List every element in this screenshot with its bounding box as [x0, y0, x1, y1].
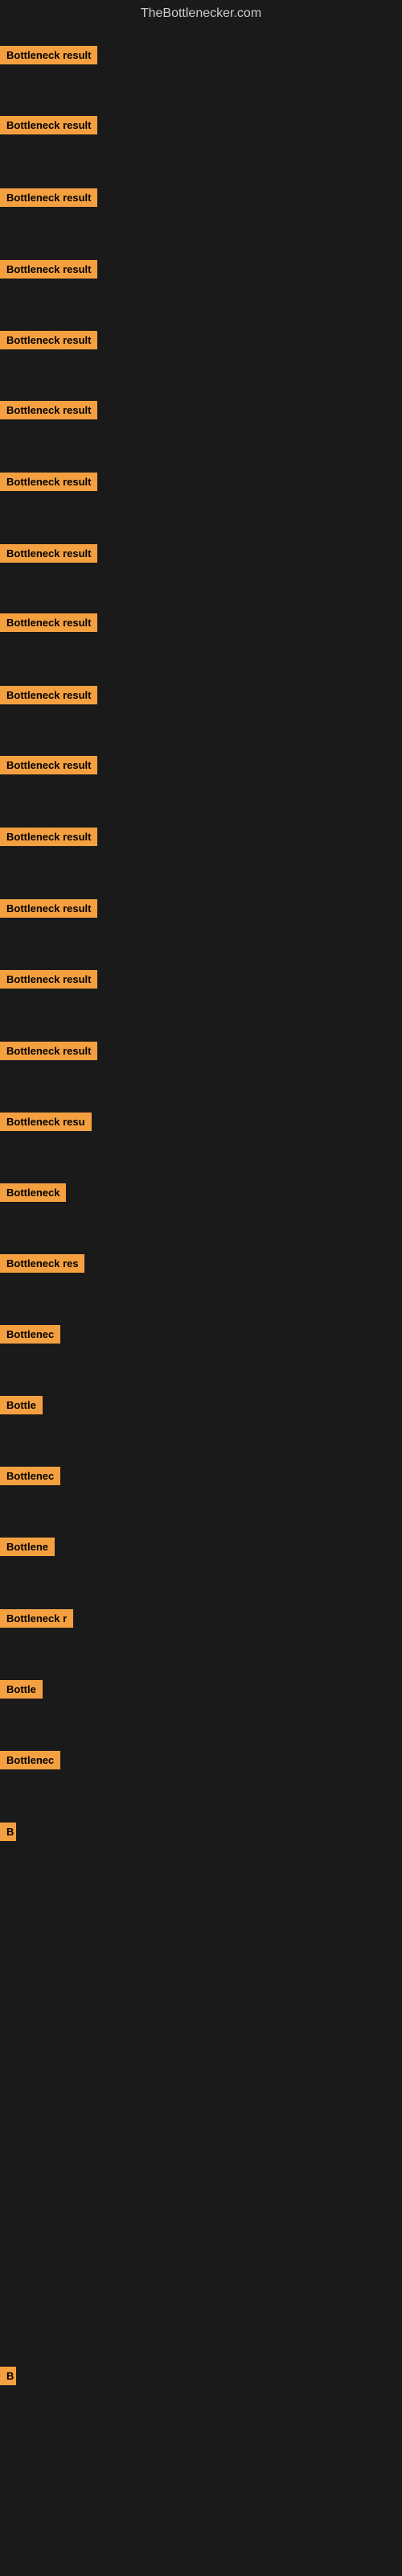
bottleneck-badge: Bottleneck res — [0, 1254, 84, 1273]
bottleneck-item[interactable]: Bottlenec — [0, 1751, 60, 1773]
bottleneck-badge: Bottleneck result — [0, 331, 97, 349]
bottleneck-badge: Bottleneck result — [0, 46, 97, 64]
bottleneck-item[interactable]: B — [0, 2367, 16, 2389]
bottleneck-item[interactable]: Bottleneck result — [0, 970, 97, 993]
bottleneck-badge: Bottleneck result — [0, 899, 97, 918]
bottleneck-badge: B — [0, 2367, 16, 2385]
bottleneck-badge: Bottlenec — [0, 1751, 60, 1769]
bottleneck-item[interactable]: Bottleneck result — [0, 46, 97, 68]
bottleneck-item[interactable]: Bottlenec — [0, 1467, 60, 1489]
bottleneck-item[interactable]: Bottleneck r — [0, 1609, 73, 1632]
bottleneck-badge: Bottle — [0, 1680, 43, 1699]
bottleneck-badge: Bottleneck result — [0, 828, 97, 846]
bottleneck-badge: Bottleneck — [0, 1183, 66, 1202]
bottleneck-badge: Bottlene — [0, 1538, 55, 1556]
bottleneck-item[interactable]: Bottleneck result — [0, 1042, 97, 1064]
bottleneck-item[interactable]: Bottle — [0, 1396, 43, 1418]
site-title: TheBottlenecker.com — [0, 0, 402, 24]
bottleneck-item[interactable]: Bottleneck result — [0, 331, 97, 353]
bottleneck-item[interactable]: Bottleneck result — [0, 828, 97, 850]
bottleneck-badge: Bottleneck result — [0, 756, 97, 774]
bottleneck-badge: Bottle — [0, 1396, 43, 1414]
bottleneck-item[interactable]: Bottleneck res — [0, 1254, 84, 1277]
bottleneck-item[interactable]: Bottleneck — [0, 1183, 66, 1206]
bottleneck-badge: Bottlenec — [0, 1325, 60, 1344]
bottleneck-badge: Bottleneck result — [0, 544, 97, 563]
bottleneck-badge: Bottleneck result — [0, 473, 97, 491]
bottleneck-item[interactable]: Bottleneck result — [0, 613, 97, 636]
bottleneck-badge: Bottlenec — [0, 1467, 60, 1485]
bottleneck-badge: Bottleneck result — [0, 613, 97, 632]
bottleneck-badge: B — [0, 1823, 16, 1841]
bottleneck-badge: Bottleneck resu — [0, 1113, 92, 1131]
bottleneck-badge: Bottleneck r — [0, 1609, 73, 1628]
bottleneck-badge: Bottleneck result — [0, 686, 97, 704]
bottleneck-badge: Bottleneck result — [0, 188, 97, 207]
bottleneck-badge: Bottleneck result — [0, 260, 97, 279]
bottleneck-badge: Bottleneck result — [0, 1042, 97, 1060]
bottleneck-item[interactable]: Bottle — [0, 1680, 43, 1703]
bottleneck-item[interactable]: B — [0, 1823, 16, 1845]
bottleneck-item[interactable]: Bottleneck result — [0, 260, 97, 283]
bottleneck-item[interactable]: Bottleneck result — [0, 401, 97, 423]
bottleneck-item[interactable]: Bottleneck result — [0, 188, 97, 211]
bottleneck-item[interactable]: Bottleneck resu — [0, 1113, 92, 1135]
bottleneck-item[interactable]: Bottleneck result — [0, 473, 97, 495]
bottleneck-item[interactable]: Bottleneck result — [0, 756, 97, 778]
bottleneck-badge: Bottleneck result — [0, 970, 97, 989]
bottleneck-item[interactable]: Bottleneck result — [0, 686, 97, 708]
bottleneck-item[interactable]: Bottleneck result — [0, 544, 97, 567]
bottleneck-item[interactable]: Bottleneck result — [0, 899, 97, 922]
bottleneck-item[interactable]: Bottlene — [0, 1538, 55, 1560]
bottleneck-badge: Bottleneck result — [0, 116, 97, 134]
bottleneck-badge: Bottleneck result — [0, 401, 97, 419]
bottleneck-item[interactable]: Bottlenec — [0, 1325, 60, 1348]
bottleneck-item[interactable]: Bottleneck result — [0, 116, 97, 138]
